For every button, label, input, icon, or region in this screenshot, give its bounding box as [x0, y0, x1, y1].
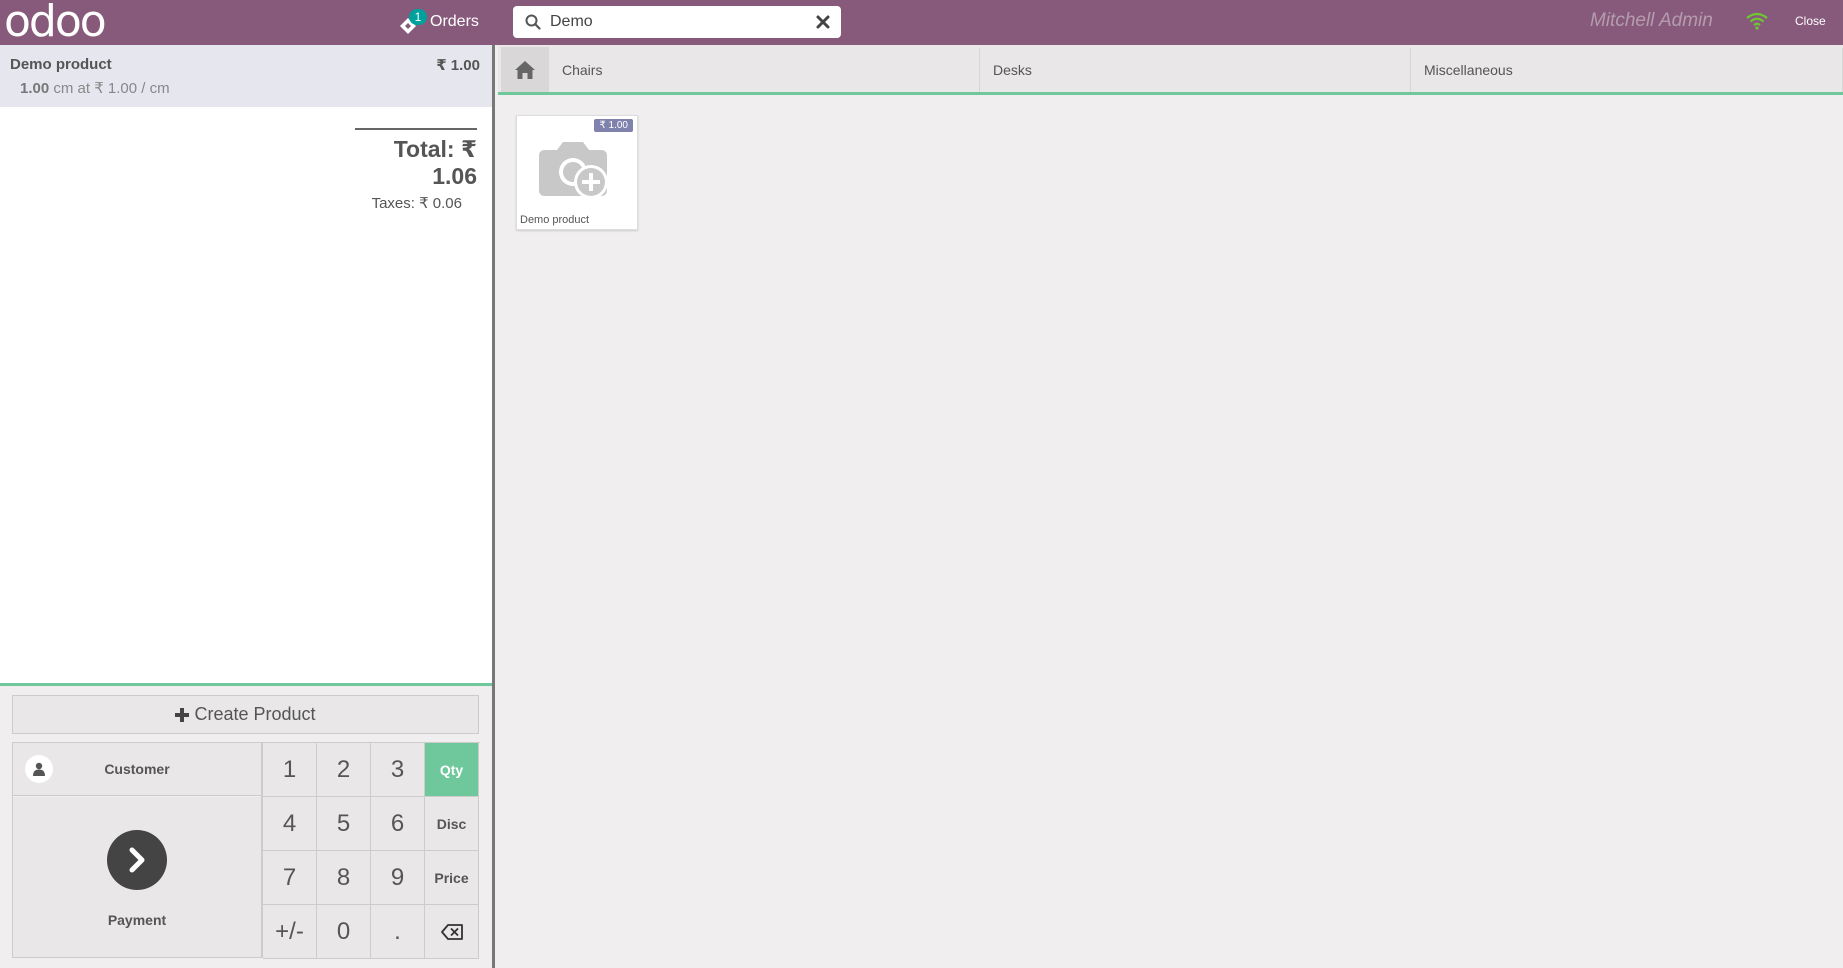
mode-disc-button[interactable]: Disc [425, 797, 479, 851]
wifi-icon [1746, 12, 1768, 30]
category-chairs[interactable]: Chairs [549, 48, 980, 92]
order-taxes: Taxes: ₹ 0.06 [371, 195, 462, 212]
numpad: 1 2 3 Qty 4 5 6 Disc 7 8 9 Price +/- 0 . [262, 742, 480, 959]
numpad-key-7[interactable]: 7 [263, 851, 317, 905]
home-icon [515, 60, 535, 79]
orders-button[interactable]: 1 Orders [398, 8, 479, 36]
numpad-key-4[interactable]: 4 [263, 797, 317, 851]
backspace-button[interactable] [425, 905, 479, 959]
order-summary: Total: ₹ 1.06 Taxes: ₹ 0.06 [355, 128, 477, 212]
orders-count-badge: 1 [409, 9, 427, 25]
numpad-key-sign[interactable]: +/- [263, 905, 317, 959]
category-miscellaneous[interactable]: Miscellaneous [1411, 48, 1843, 92]
order-line-qty: 1.00 [20, 80, 50, 97]
close-button[interactable]: Close [1795, 14, 1826, 28]
odoo-logo: odoo [4, 0, 107, 47]
order-total: Total: ₹ 1.06 [393, 136, 477, 189]
chevron-right-icon [107, 830, 167, 890]
numpad-key-5[interactable]: 5 [317, 797, 371, 851]
product-pane: Chairs Desks Miscellaneous ₹ 1.00 Demo p… [498, 45, 1843, 968]
numpad-key-2[interactable]: 2 [317, 743, 371, 797]
order-line-product-name: Demo product [10, 56, 112, 73]
mode-price-button[interactable]: Price [425, 851, 479, 905]
category-bar: Chairs Desks Miscellaneous [498, 45, 1843, 95]
create-product-button[interactable]: Create Product [12, 695, 479, 734]
numpad-key-6[interactable]: 6 [371, 797, 425, 851]
numpad-key-3[interactable]: 3 [371, 743, 425, 797]
numpad-key-0[interactable]: 0 [317, 905, 371, 959]
category-desks[interactable]: Desks [980, 48, 1411, 92]
order-line-unit-detail: cm at ₹ 1.00 / cm [53, 80, 170, 97]
camera-placeholder-icon [539, 142, 608, 199]
logo-text: odoo [4, 0, 107, 47]
product-search[interactable] [513, 6, 841, 38]
order-line-detail: 1.00 cm at ₹ 1.00 / cm [20, 79, 170, 97]
plus-icon [175, 707, 190, 722]
orders-label: Orders [430, 13, 479, 30]
customer-button[interactable]: Customer [13, 743, 261, 796]
home-category-button[interactable] [501, 47, 549, 92]
numpad-key-8[interactable]: 8 [317, 851, 371, 905]
order-pane: Demo product ₹ 1.00 1.00 cm at ₹ 1.00 / … [0, 45, 495, 968]
payment-label: Payment [107, 912, 167, 928]
product-card[interactable]: ₹ 1.00 Demo product [516, 115, 638, 230]
order-line[interactable]: Demo product ₹ 1.00 1.00 cm at ₹ 1.00 / … [0, 45, 492, 107]
top-bar: odoo 1 Orders Mitchell Admin Close [0, 0, 1843, 45]
order-line-price: ₹ 1.00 [436, 57, 480, 74]
control-panel: Create Product Customer Payment 1 2 3 Qt… [0, 683, 492, 968]
mode-qty-button[interactable]: Qty [425, 743, 479, 797]
clear-search-icon[interactable] [815, 14, 831, 30]
backspace-icon [440, 923, 463, 940]
payment-button[interactable]: Payment [13, 797, 261, 957]
numpad-key-1[interactable]: 1 [263, 743, 317, 797]
user-name: Mitchell Admin [1590, 10, 1713, 31]
search-icon [525, 14, 541, 30]
search-input[interactable] [550, 10, 810, 34]
numpad-key-dot[interactable]: . [371, 905, 425, 959]
customer-label: Customer [104, 761, 170, 777]
action-pad: Customer Payment [12, 742, 262, 958]
product-name: Demo product [520, 214, 590, 226]
product-price-tag: ₹ 1.00 [594, 119, 633, 132]
numpad-key-9[interactable]: 9 [371, 851, 425, 905]
create-product-label: Create Product [194, 704, 316, 724]
ticket-icon: 1 [398, 9, 427, 34]
